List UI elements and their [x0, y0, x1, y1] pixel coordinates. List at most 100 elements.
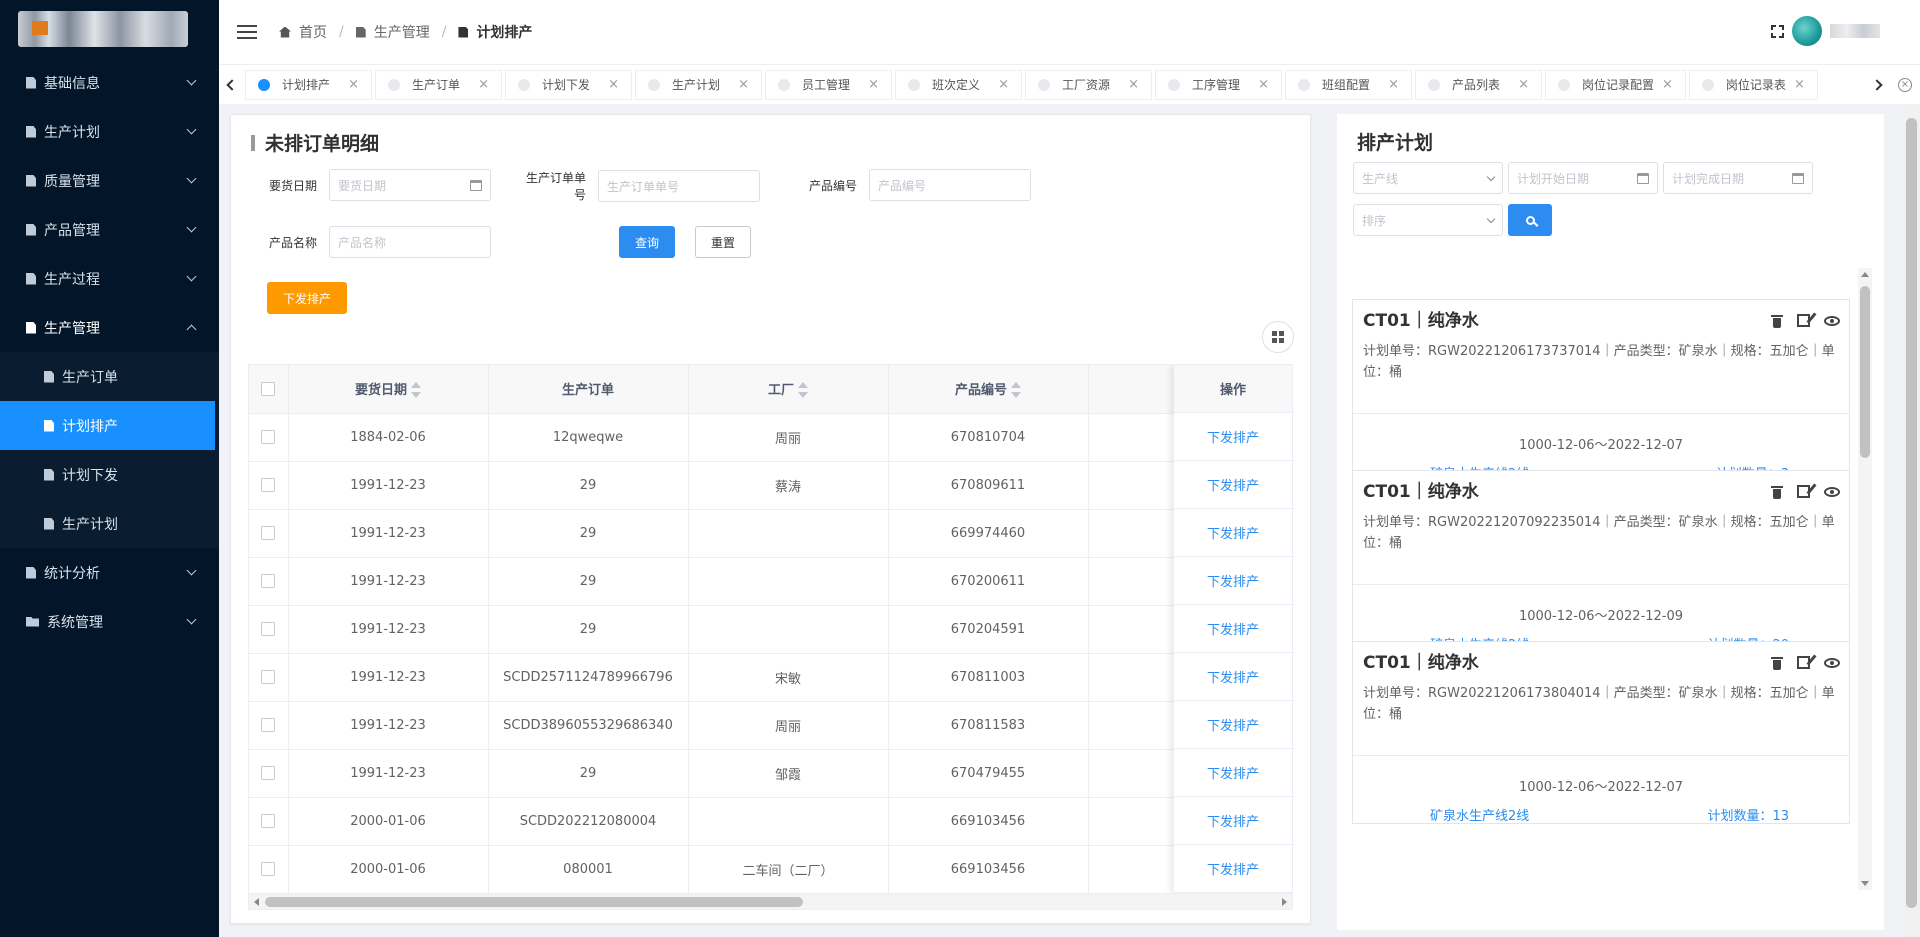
close-icon[interactable]: × [1128, 77, 1139, 92]
dispatch-schedule-button[interactable]: 下发排产 [267, 282, 347, 314]
column-settings-button[interactable] [1262, 321, 1294, 353]
product-code-input[interactable]: 产品编号 [869, 169, 1031, 201]
table-row[interactable]: 1884-02-0612qweqwe周丽670810704矮 [249, 413, 1289, 462]
product-name-input[interactable]: 产品名称 [329, 226, 491, 258]
col-date[interactable]: 要货日期 [288, 365, 489, 414]
select-all-checkbox[interactable] [261, 381, 276, 396]
sidebar-item-product[interactable]: 产品管理 [0, 205, 219, 254]
table-row[interactable]: 2000-01-06SCDD202212080004669103456纯 [249, 797, 1289, 846]
col-product-code[interactable]: 产品编号 [888, 365, 1089, 414]
close-icon[interactable]: × [1258, 77, 1269, 92]
order-input[interactable]: 生产订单单号 [598, 170, 760, 202]
table-row[interactable]: 1991-12-2329670200611矮 [249, 557, 1289, 606]
tab-11[interactable]: 岗位记录表 × [1688, 69, 1818, 100]
breadcrumb-level1[interactable]: 生产管理 [355, 22, 430, 42]
dispatch-link[interactable]: 下发排产 [1207, 667, 1259, 686]
horizontal-scrollbar[interactable] [249, 893, 1292, 909]
plan-list-scrollbar[interactable] [1858, 268, 1872, 890]
close-icon[interactable]: × [738, 77, 749, 92]
sort-icon[interactable] [1011, 381, 1021, 399]
edit-icon[interactable] [1797, 314, 1810, 327]
row-checkbox[interactable] [261, 574, 276, 588]
tab-9[interactable]: 产品列表 × [1415, 69, 1542, 100]
row-checkbox[interactable] [261, 670, 276, 684]
username[interactable] [1830, 24, 1880, 38]
dispatch-link[interactable]: 下发排产 [1207, 763, 1259, 782]
table-row[interactable]: 1991-12-23 SCDD2571124789966796 宋敏 67081100… [249, 653, 1289, 702]
production-line-select[interactable]: 生产线 [1353, 162, 1503, 194]
reset-button[interactable]: 重置 [695, 226, 751, 258]
sidebar-subitem-dispatch[interactable]: 计划下发 [0, 450, 219, 499]
table-row[interactable]: 1991-12-2329邹霞670479455矮 [249, 749, 1289, 798]
tab-0[interactable]: 计划排产 × [245, 69, 372, 100]
sidebar-subitem-plan[interactable]: 生产计划 [0, 499, 219, 548]
close-icon[interactable]: × [998, 77, 1009, 92]
page-scroll-thumb[interactable] [1906, 118, 1917, 908]
close-icon[interactable]: × [1662, 77, 1673, 92]
sidebar-item-system[interactable]: 系统管理 [0, 597, 219, 646]
trash-icon[interactable] [1771, 485, 1783, 499]
page-scrollbar[interactable] [1903, 104, 1920, 937]
tab-3[interactable]: 生产计划 × [635, 69, 762, 100]
sidebar-item-quality[interactable]: 质量管理 [0, 156, 219, 205]
close-all-tabs-button[interactable]: × [1890, 65, 1920, 105]
tab-7[interactable]: 工序管理 × [1155, 69, 1282, 100]
query-button[interactable]: 查询 [619, 226, 675, 258]
sort-icon[interactable] [798, 381, 808, 399]
close-icon[interactable]: × [478, 77, 489, 92]
scroll-right-arrow-icon[interactable] [1282, 898, 1287, 906]
close-icon[interactable]: × [1388, 77, 1399, 92]
tab-2[interactable]: 计划下发 × [505, 69, 632, 100]
scroll-thumb[interactable] [1860, 286, 1870, 458]
tabs-scroll-right-button[interactable] [1864, 65, 1890, 105]
sort-select[interactable]: 排序 [1353, 204, 1503, 236]
table-row[interactable]: 1991-12-2329670204591矮 [249, 605, 1289, 654]
menu-toggle-icon[interactable] [237, 25, 257, 39]
breadcrumb-home[interactable]: 首页 [279, 22, 327, 42]
dispatch-link[interactable]: 下发排产 [1207, 523, 1259, 542]
scroll-down-arrow-icon[interactable] [1861, 881, 1869, 886]
sort-icon[interactable] [411, 381, 421, 399]
trash-icon[interactable] [1771, 656, 1783, 670]
tab-4[interactable]: 员工管理 × [765, 69, 892, 100]
tabs-scroll-left-button[interactable] [219, 65, 245, 105]
scroll-left-arrow-icon[interactable] [254, 898, 259, 906]
plan-start-date-input[interactable]: 计划开始日期 [1508, 162, 1658, 194]
eye-icon[interactable] [1824, 486, 1840, 497]
table-row[interactable]: 1991-12-2329669974460矮 [249, 509, 1289, 558]
date-input[interactable]: 要货日期 [329, 169, 491, 201]
sidebar-item-production-mgmt[interactable]: 生产管理 [0, 303, 219, 352]
col-factory[interactable]: 工厂 [688, 365, 889, 414]
eye-icon[interactable] [1824, 657, 1840, 668]
table-row[interactable]: 1991-12-2329蔡涛670809611矮 [249, 461, 1289, 510]
dispatch-link[interactable]: 下发排产 [1207, 859, 1259, 878]
tab-1[interactable]: 生产订单 × [375, 69, 502, 100]
sidebar-item-statistics[interactable]: 统计分析 [0, 548, 219, 597]
sidebar-item-basic-info[interactable]: 基础信息 [0, 58, 219, 107]
plan-end-date-input[interactable]: 计划完成日期 [1663, 162, 1813, 194]
edit-icon[interactable] [1797, 485, 1810, 498]
close-icon[interactable]: × [868, 77, 879, 92]
edit-icon[interactable] [1797, 656, 1810, 669]
row-checkbox[interactable] [261, 478, 276, 492]
sidebar-subitem-scheduling[interactable]: 计划排产 [0, 401, 215, 450]
close-icon[interactable]: × [608, 77, 619, 92]
fullscreen-icon[interactable] [1770, 23, 1785, 39]
row-checkbox[interactable] [261, 430, 276, 444]
sidebar-item-production-plan[interactable]: 生产计划 [0, 107, 219, 156]
tab-6[interactable]: 工厂资源 × [1025, 69, 1152, 100]
row-checkbox[interactable] [261, 718, 276, 732]
close-icon[interactable]: × [1794, 77, 1805, 92]
row-checkbox[interactable] [261, 622, 276, 636]
sidebar-subitem-orders[interactable]: 生产订单 [0, 352, 219, 401]
row-checkbox[interactable] [261, 814, 276, 828]
sidebar-item-process[interactable]: 生产过程 [0, 254, 219, 303]
eye-icon[interactable] [1824, 315, 1840, 326]
table-row[interactable]: 1991-12-23 SCDD3896055329686340 周丽 67081158… [249, 701, 1289, 750]
search-button[interactable] [1508, 204, 1552, 236]
close-icon[interactable]: × [1518, 77, 1529, 92]
avatar[interactable] [1792, 16, 1822, 46]
dispatch-link[interactable]: 下发排产 [1207, 811, 1259, 830]
row-checkbox[interactable] [261, 766, 276, 780]
row-checkbox[interactable] [261, 862, 276, 876]
